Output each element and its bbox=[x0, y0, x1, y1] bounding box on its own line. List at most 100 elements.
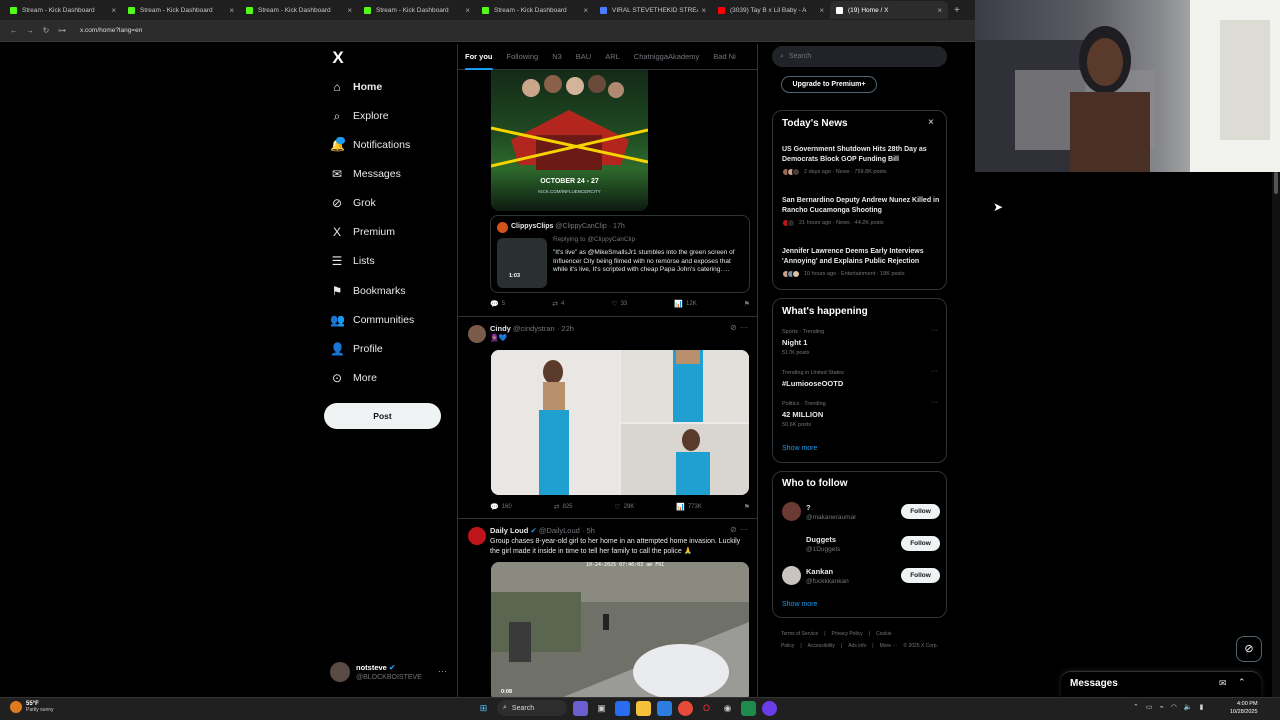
nav-item-communities[interactable]: 👥 Communities bbox=[330, 310, 414, 330]
browser-tab[interactable]: (3039) Tay B x Lil Baby - A × bbox=[712, 1, 830, 19]
reply-button[interactable]: 💬 160 bbox=[490, 503, 512, 511]
grok-icon[interactable]: ⊘ bbox=[730, 525, 737, 534]
scrollbar-thumb[interactable] bbox=[1274, 172, 1278, 194]
timeline-tab[interactable]: ChatniggaAkademy bbox=[627, 44, 706, 70]
post-button[interactable]: Post bbox=[324, 403, 441, 429]
browser-tab[interactable]: Stream - Kick Dashboard × bbox=[4, 1, 122, 19]
close-icon[interactable]: × bbox=[229, 6, 234, 15]
messages-drawer[interactable]: Messages ✉ ⌃ bbox=[1061, 671, 1261, 697]
post-author-name[interactable]: Cindy bbox=[490, 324, 511, 333]
trend-name[interactable]: Night 1 bbox=[782, 338, 807, 347]
post-image[interactable] bbox=[491, 350, 619, 495]
new-message-icon[interactable]: ✉ bbox=[1219, 678, 1227, 689]
copilot-icon[interactable] bbox=[573, 700, 588, 716]
nav-item-profile[interactable]: 👤 Profile bbox=[330, 339, 383, 359]
news-headline[interactable]: US Government Shutdown Hits 28th Day as … bbox=[782, 145, 942, 164]
browser-tab[interactable]: Stream - Kick Dashboard × bbox=[476, 1, 594, 19]
opera-icon[interactable]: O bbox=[699, 701, 714, 716]
nav-item-more[interactable]: ⊙ More bbox=[330, 368, 377, 388]
close-icon[interactable]: × bbox=[465, 6, 470, 15]
views-button[interactable]: 📊 12K bbox=[674, 300, 696, 308]
page-scrollbar[interactable] bbox=[1272, 172, 1280, 697]
repost-button[interactable]: ⇄ 825 bbox=[554, 503, 573, 511]
timeline-tab[interactable]: Following bbox=[500, 44, 546, 70]
task-view-icon[interactable]: ▣ bbox=[594, 701, 609, 716]
taskbar-search[interactable]: ⌕ Search bbox=[497, 700, 567, 716]
close-icon[interactable]: × bbox=[928, 117, 934, 128]
more-dots-icon[interactable]: ··· bbox=[931, 368, 938, 375]
timeline-tab[interactable]: ARL bbox=[598, 44, 627, 70]
app-icon[interactable] bbox=[741, 700, 756, 716]
post-video[interactable]: 10-24-2025 07:46:03 am FRI 0:08 bbox=[491, 562, 749, 697]
quote-tweet[interactable]: ClippysClips @ClippyCanClip · 17h 1:03 R… bbox=[490, 215, 750, 293]
grok-icon[interactable]: ⊘ bbox=[730, 323, 737, 332]
post-image[interactable] bbox=[621, 424, 749, 495]
new-tab-icon[interactable]: + bbox=[954, 5, 960, 16]
weather-widget[interactable]: 55°F Partly sunny bbox=[10, 701, 54, 713]
avatar[interactable] bbox=[782, 502, 801, 521]
nav-item-bookmarks[interactable]: ⚑ Bookmarks bbox=[330, 281, 406, 301]
show-more-link[interactable]: Show more bbox=[782, 445, 817, 452]
file-explorer-icon[interactable] bbox=[636, 700, 651, 716]
footer-link[interactable]: © 2025 X Corp. bbox=[903, 643, 938, 649]
follow-button[interactable]: Follow bbox=[901, 568, 940, 583]
browser-tab[interactable]: VIRAL STEVETHEKID STREAM × bbox=[594, 1, 712, 19]
follow-user-name[interactable]: Kankan bbox=[806, 567, 833, 576]
more-dots-icon[interactable]: ··· bbox=[931, 399, 938, 406]
avatar[interactable] bbox=[782, 534, 801, 553]
show-more-link[interactable]: Show more bbox=[782, 601, 817, 608]
monitor-icon[interactable]: ▭ bbox=[1146, 703, 1153, 711]
browser-tab[interactable]: Stream - Kick Dashboard × bbox=[122, 1, 240, 19]
browser-tab[interactable]: (19) Home / X × bbox=[830, 1, 948, 19]
search-input[interactable]: ⌕ Search bbox=[772, 46, 947, 67]
store-icon[interactable] bbox=[657, 700, 672, 716]
footer-link[interactable]: More ··· bbox=[880, 643, 898, 649]
windows-start-icon[interactable]: ⊞ bbox=[476, 701, 491, 716]
follow-user-name[interactable]: Duggets bbox=[806, 535, 836, 544]
like-button[interactable]: ♡ 33 bbox=[611, 300, 627, 308]
forward-icon[interactable]: → bbox=[22, 26, 38, 35]
post-image[interactable] bbox=[621, 350, 749, 422]
more-dots-icon[interactable]: ··· bbox=[740, 525, 748, 534]
chevron-up-icon[interactable]: ⌃ bbox=[1238, 677, 1246, 688]
site-info-icon[interactable]: ⊶ bbox=[54, 26, 70, 35]
follow-user-name[interactable]: ? bbox=[806, 503, 811, 512]
quote-video-thumbnail[interactable]: 1:03 bbox=[497, 238, 547, 288]
edge-icon[interactable] bbox=[615, 700, 630, 716]
nav-item-home[interactable]: ⌂ Home bbox=[330, 77, 382, 97]
like-button[interactable]: ♡ 29K bbox=[614, 503, 634, 511]
more-dots-icon[interactable]: ··· bbox=[740, 323, 748, 332]
browser-tab[interactable]: Stream - Kick Dashboard × bbox=[240, 1, 358, 19]
avatar[interactable] bbox=[782, 566, 801, 585]
close-icon[interactable]: × bbox=[701, 6, 706, 15]
url-input[interactable]: x.com/home?lang=en bbox=[80, 27, 142, 34]
timeline-tab[interactable]: For you bbox=[458, 44, 500, 70]
x-logo-icon[interactable]: X bbox=[329, 49, 347, 67]
timeline-tab[interactable]: BAU bbox=[569, 44, 598, 70]
bookmark-button[interactable]: ⚑ bbox=[744, 300, 750, 308]
close-icon[interactable]: × bbox=[347, 6, 352, 15]
post-author-name[interactable]: Daily Loud bbox=[490, 526, 528, 535]
post-image-grid[interactable] bbox=[491, 350, 749, 495]
follow-button[interactable]: Follow bbox=[901, 504, 940, 519]
close-icon[interactable]: × bbox=[111, 6, 116, 15]
account-switcher[interactable]: notsteve ✔ @BLOCKBOISTEVE ··· bbox=[330, 662, 450, 686]
grok-button[interactable]: ⊘ bbox=[1236, 636, 1262, 662]
back-icon[interactable]: ← bbox=[6, 26, 22, 35]
reply-button[interactable]: 💬 5 bbox=[490, 300, 505, 308]
chevron-up-icon[interactable]: ⌃ bbox=[1133, 703, 1139, 711]
avatar[interactable] bbox=[468, 527, 486, 545]
volume-icon[interactable]: 🔈 bbox=[1184, 703, 1193, 711]
footer-link[interactable]: Privacy Policy bbox=[832, 631, 863, 637]
trend-name[interactable]: 42 MILLION bbox=[782, 410, 823, 419]
close-icon[interactable]: × bbox=[937, 6, 942, 15]
nav-item-premium[interactable]: X Premium bbox=[330, 222, 395, 242]
upgrade-premium-button[interactable]: Upgrade to Premium+ bbox=[781, 76, 877, 93]
more-dots-icon[interactable]: ··· bbox=[438, 666, 447, 676]
close-icon[interactable]: × bbox=[583, 6, 588, 15]
footer-link[interactable]: Accessibility bbox=[808, 643, 835, 649]
trend-name[interactable]: #LumiooseOOTD bbox=[782, 379, 843, 388]
discord-icon[interactable] bbox=[762, 700, 777, 716]
follow-button[interactable]: Follow bbox=[901, 536, 940, 551]
timeline-tab[interactable]: N3 bbox=[545, 44, 569, 70]
